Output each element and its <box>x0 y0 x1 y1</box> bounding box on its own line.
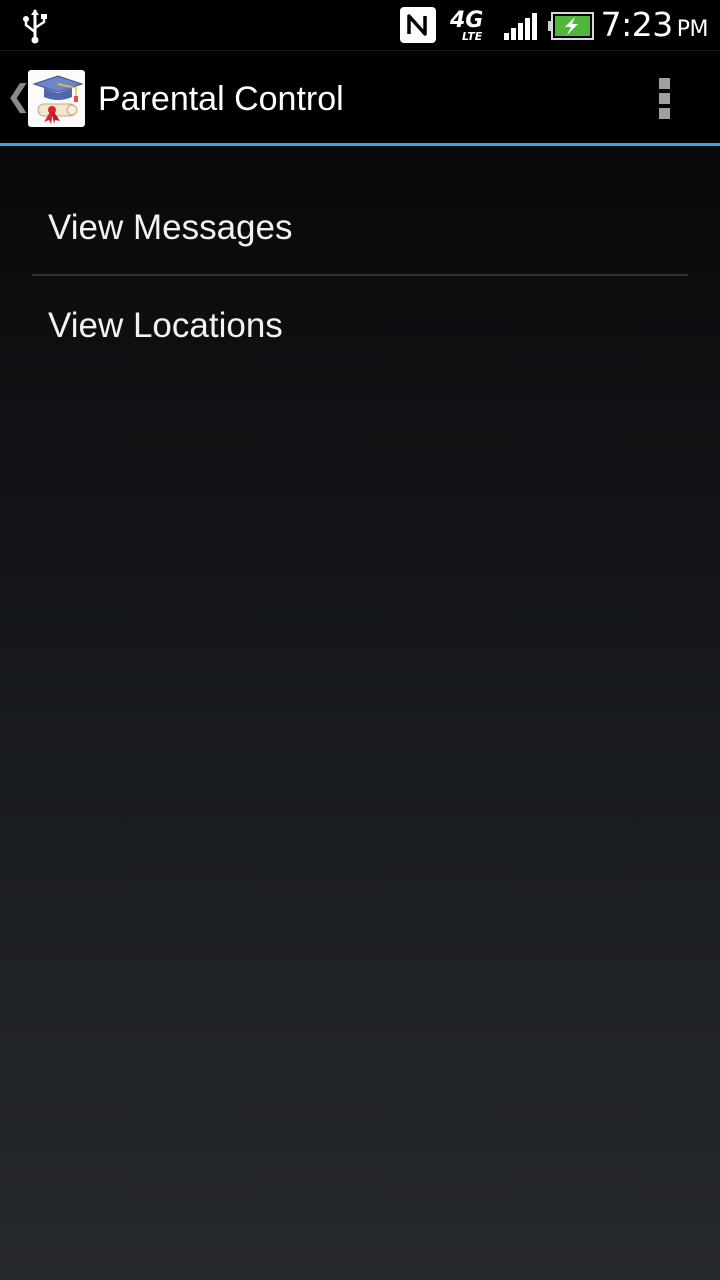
usb-icon <box>23 9 47 44</box>
list-item-view-locations[interactable]: View Locations <box>32 278 688 376</box>
lte-icon: 4G LTE <box>450 9 492 45</box>
signal-icon <box>504 13 537 40</box>
clock-ampm: PM <box>676 17 709 42</box>
overflow-menu-button[interactable] <box>646 70 682 126</box>
status-clock: 7:23 PM <box>600 5 709 50</box>
graduation-cap-diploma-icon <box>32 75 84 124</box>
list-item-view-messages[interactable]: View Messages <box>32 180 688 278</box>
app-icon[interactable] <box>28 70 85 127</box>
clock-time: 7:23 <box>600 5 674 44</box>
overflow-dot-icon <box>659 93 670 104</box>
list-divider <box>32 274 688 276</box>
page-title: Parental Control <box>98 80 344 118</box>
action-bar-divider <box>0 143 720 146</box>
battery-charging-icon <box>548 12 594 40</box>
list-item-label: View Locations <box>48 306 283 345</box>
list-item-label: View Messages <box>48 208 293 247</box>
overflow-dot-icon <box>659 78 670 89</box>
network-sub-label: LTE <box>462 30 483 43</box>
nfc-icon <box>400 7 436 43</box>
status-bar: 4G LTE 7:23 PM <box>0 0 720 51</box>
overflow-dot-icon <box>659 108 670 119</box>
